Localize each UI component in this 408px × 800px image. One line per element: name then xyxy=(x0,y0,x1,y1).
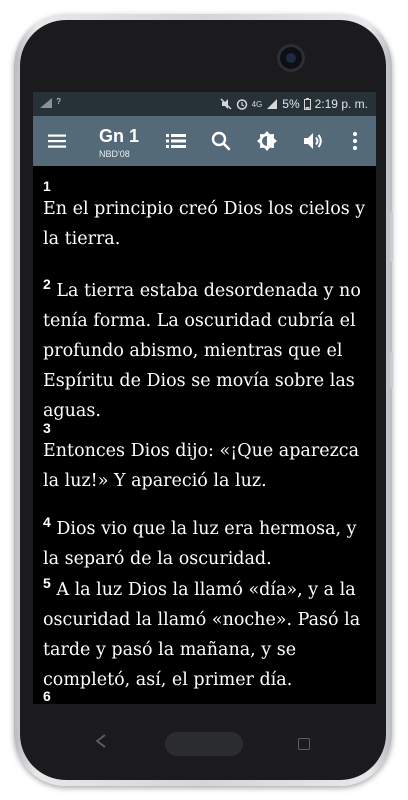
verse-text: Entonces Dios dijo: «¡Que aparezca la lu… xyxy=(43,441,360,491)
status-time: 2:19 p. m. xyxy=(314,97,368,111)
chapter-title[interactable]: Gn 1 xyxy=(99,126,139,147)
network-type: 4G xyxy=(251,99,263,109)
verse-number: 6 xyxy=(43,688,51,704)
cell-signal-icon xyxy=(267,99,278,109)
back-icon[interactable] xyxy=(95,734,107,748)
menu-icon[interactable] xyxy=(45,129,69,153)
status-left: ? xyxy=(39,97,61,111)
verse-5[interactable]: 5 A la luz Dios la llamó «día», y a la o… xyxy=(43,568,371,695)
verse-text: A la luz Dios la llamó «día», y a la osc… xyxy=(43,579,361,690)
verse-4[interactable]: 4 Dios vio que la luz era hermosa, y la … xyxy=(43,507,371,574)
more-vert-icon[interactable] xyxy=(343,129,367,153)
status-bar: ? 4G 5% 2:19 p. m. xyxy=(33,92,376,116)
verse-3[interactable]: 3 Entonces Dios dijo: «¡Que aparezca la … xyxy=(43,420,371,496)
navigation-bar xyxy=(33,714,376,770)
status-right: 4G 5% 2:19 p. m. xyxy=(220,97,368,111)
power-button xyxy=(390,212,393,262)
signal-left-label: ? xyxy=(56,97,61,106)
verse-text: La tierra estaba desordenada y no tenía … xyxy=(43,280,361,421)
volume-button xyxy=(390,352,393,388)
verse-text: Dios vio que la luz era hermosa, y la se… xyxy=(43,518,357,569)
battery-icon xyxy=(303,98,311,110)
app-bar: Gn 1 NBD'08 xyxy=(33,116,376,166)
verse-text: En el principio creó Dios los cielos y l… xyxy=(43,199,366,249)
verse-number: 3 xyxy=(43,420,51,436)
signal-icon xyxy=(40,98,52,108)
bible-reader[interactable]: 1 En el principio creó Dios los cielos y… xyxy=(33,166,376,704)
verse-2[interactable]: 2 La tierra estaba desordenada y no tení… xyxy=(43,269,371,426)
verse-number: 2 xyxy=(43,276,51,292)
battery-percent: 5% xyxy=(282,97,300,111)
translation-label[interactable]: NBD'08 xyxy=(99,149,130,159)
brightness-icon[interactable] xyxy=(255,129,279,153)
verse-number: 4 xyxy=(43,514,51,530)
front-camera xyxy=(277,44,305,72)
verse-number: 1 xyxy=(43,178,51,194)
alarm-icon xyxy=(236,99,247,110)
verse-number: 5 xyxy=(43,575,51,591)
search-icon[interactable] xyxy=(209,129,233,153)
mute-icon xyxy=(220,98,232,110)
volume-icon[interactable] xyxy=(301,129,325,153)
home-button[interactable] xyxy=(165,732,243,756)
verse-1[interactable]: 1 En el principio creó Dios los cielos y… xyxy=(43,178,371,254)
verse-6[interactable]: 6 xyxy=(43,688,371,704)
list-icon[interactable] xyxy=(164,129,188,153)
recent-apps-icon[interactable] xyxy=(298,738,310,750)
screen: ? 4G 5% 2:19 p. m. Gn 1 NBD'08 1 En el p… xyxy=(33,92,376,704)
